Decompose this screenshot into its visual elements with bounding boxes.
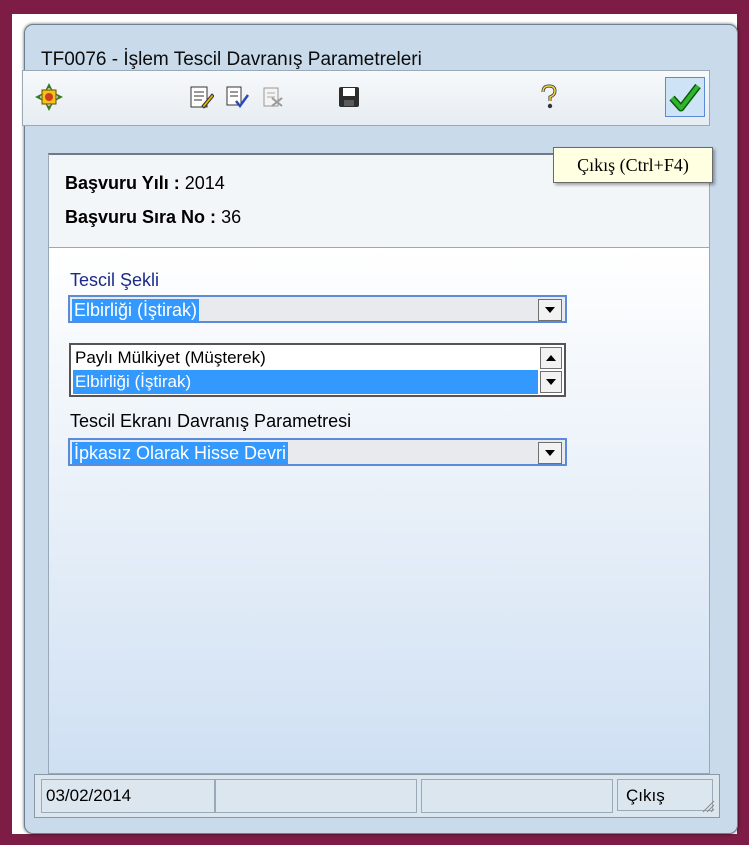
help-icon[interactable] — [531, 79, 567, 115]
list-item[interactable]: Paylı Mülkiyet (Müşterek) — [73, 346, 538, 370]
exit-button[interactable] — [665, 77, 705, 117]
list-item-selected[interactable]: Elbirliği (İştirak) — [73, 370, 538, 394]
status-exit[interactable]: Çıkış — [617, 779, 713, 811]
seq-label: Başvuru Sıra No : — [65, 207, 217, 227]
status-cell-empty — [421, 779, 613, 813]
document-delete-icon[interactable] — [255, 79, 291, 115]
chevron-down-icon[interactable] — [538, 442, 562, 464]
resize-grip-icon[interactable] — [701, 799, 715, 813]
tescil-sekli-value: Elbirliği (İştirak) — [72, 299, 200, 321]
compass-icon[interactable] — [31, 79, 67, 115]
status-date: 03/02/2014 — [41, 779, 215, 813]
toolbar — [22, 70, 710, 126]
chevron-down-icon[interactable] — [538, 299, 562, 321]
seq-value: 36 — [221, 207, 242, 227]
scroll-up-icon[interactable] — [540, 347, 562, 369]
status-cell-empty — [215, 779, 417, 813]
tescil-sekli-combo[interactable]: Elbirliği (İştirak) — [68, 295, 567, 323]
year-value: 2014 — [184, 173, 225, 193]
tescil-sekli-listbox[interactable]: Paylı Mülkiyet (Müşterek) Elbirliği (İşt… — [69, 343, 566, 397]
davranis-combo[interactable]: İpkasız Olarak Hisse Devri — [68, 438, 567, 466]
tescil-sekli-label: Tescil Şekli — [70, 270, 160, 290]
checkmark-icon — [669, 83, 701, 112]
exit-tooltip: Çıkış (Ctrl+F4) — [553, 147, 713, 183]
year-label: Başvuru Yılı : — [65, 173, 180, 193]
listbox-scrollbar[interactable] — [540, 347, 562, 393]
form-area — [48, 247, 710, 774]
scroll-down-icon[interactable] — [540, 371, 562, 393]
status-bar: 03/02/2014 Çıkış — [34, 774, 720, 818]
davranis-value: İpkasız Olarak Hisse Devri — [72, 442, 289, 464]
save-icon[interactable] — [331, 79, 367, 115]
document-edit-icon[interactable] — [183, 79, 219, 115]
document-check-icon[interactable] — [219, 79, 255, 115]
davranis-label: Tescil Ekranı Davranış Parametresi — [70, 411, 352, 431]
seq-row: Başvuru Sıra No : 36 — [65, 207, 241, 228]
year-row: Başvuru Yılı : 2014 — [65, 173, 225, 194]
